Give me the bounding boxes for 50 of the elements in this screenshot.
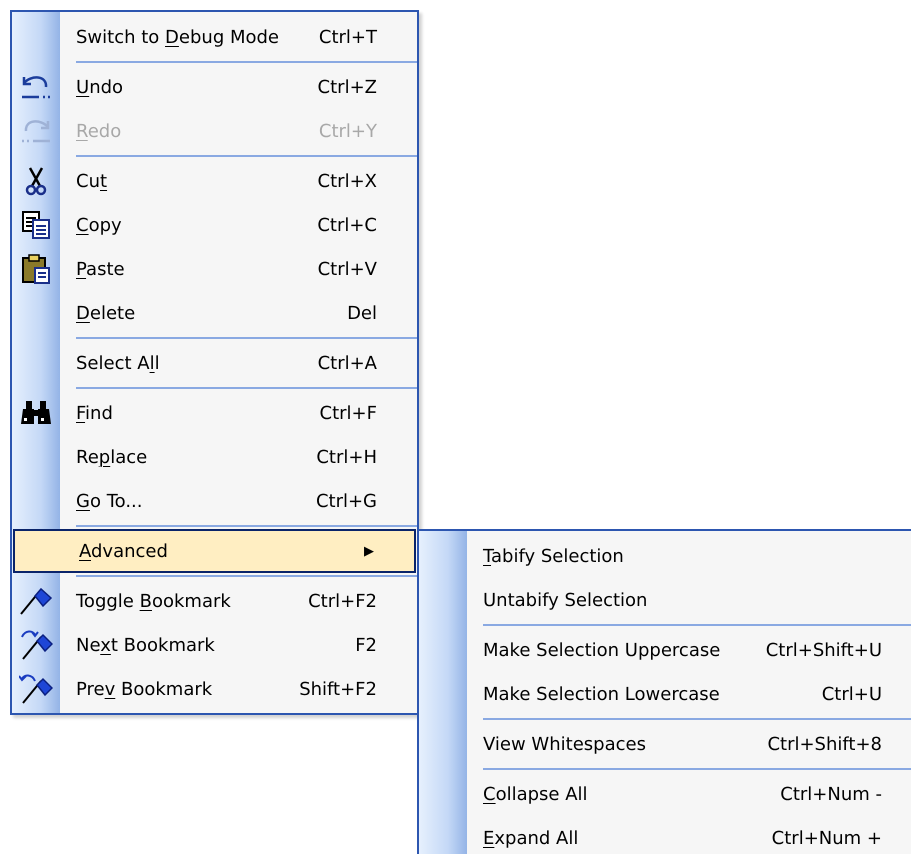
menu-item[interactable]: Paste Ctrl+V [12, 247, 417, 291]
scissors-icon [24, 166, 48, 196]
menu-item[interactable]: Copy Ctrl+C [12, 203, 417, 247]
shortcut-text: Shift+F2 [299, 678, 377, 700]
menu-item[interactable]: Make Selection Lowercase Ctrl+U [419, 672, 911, 716]
shortcut-text: F2 [355, 634, 377, 656]
menu-item[interactable]: Collapse All Ctrl+Num - [419, 772, 911, 816]
flag-icon [19, 586, 53, 616]
shortcut-text: Ctrl+U [822, 684, 882, 704]
shortcut-text: Ctrl+Shift+U [766, 640, 882, 660]
shortcut-text: Ctrl+C [317, 214, 377, 236]
menu-item[interactable]: Replace Ctrl+H [12, 435, 417, 479]
menu-item[interactable]: Advanced ▶ [13, 529, 416, 573]
menu-item[interactable]: Find Ctrl+F [12, 391, 417, 435]
shortcut-text: Ctrl+Num - [780, 784, 882, 804]
undo-icon [19, 73, 53, 101]
copy-icon [20, 210, 52, 240]
submenu-arrow: ▶ [364, 544, 374, 558]
shortcut-text: Ctrl+Y [318, 120, 377, 142]
shortcut-text: Del [347, 302, 377, 324]
menu-item[interactable]: Prev Bookmark Shift+F2 [12, 667, 417, 711]
menu-item[interactable]: Go To... Ctrl+G [12, 479, 417, 523]
shortcut-text: Ctrl+G [316, 490, 377, 512]
menu-item[interactable]: Undo Ctrl+Z [12, 65, 417, 109]
clipboard-icon [20, 253, 52, 285]
shortcut-text: Ctrl+F2 [308, 590, 377, 612]
menu-item[interactable]: View Whitespaces Ctrl+Shift+8 [419, 722, 911, 766]
flag-arrow-icon [19, 629, 53, 661]
menu-item[interactable]: Next Bookmark F2 [12, 623, 417, 667]
shortcut-text: Ctrl+V [318, 258, 377, 280]
shortcut-text: Ctrl+Shift+8 [767, 734, 882, 754]
menu-item[interactable]: Tabify Selection [419, 534, 911, 578]
flag-arrow-icon [19, 673, 53, 705]
binoculars-icon [20, 400, 52, 426]
menu-item[interactable]: Switch to Debug Mode Ctrl+T [12, 15, 417, 59]
shortcut-text: Ctrl+Num + [772, 828, 882, 848]
menu-item[interactable]: Delete Del [12, 291, 417, 335]
shortcut-text: Ctrl+F [320, 402, 377, 424]
menu-item[interactable]: Untabify Selection [419, 578, 911, 622]
menu-item[interactable]: Select All Ctrl+A [12, 341, 417, 385]
menu-item[interactable]: Make Selection Uppercase Ctrl+Shift+U [419, 628, 911, 672]
redo-icon [19, 117, 53, 145]
shortcut-text: Ctrl+H [316, 446, 377, 468]
shortcut-text: Ctrl+T [318, 26, 377, 48]
menu-item[interactable]: Cut Ctrl+X [12, 159, 417, 203]
menu-item[interactable]: Expand All Ctrl+Num + [419, 816, 911, 854]
shortcut-text: Ctrl+Z [318, 76, 377, 98]
shortcut-text: Ctrl+X [318, 170, 377, 192]
shortcut-text: Ctrl+A [318, 352, 377, 374]
menu-item[interactable]: Toggle Bookmark Ctrl+F2 [12, 579, 417, 623]
